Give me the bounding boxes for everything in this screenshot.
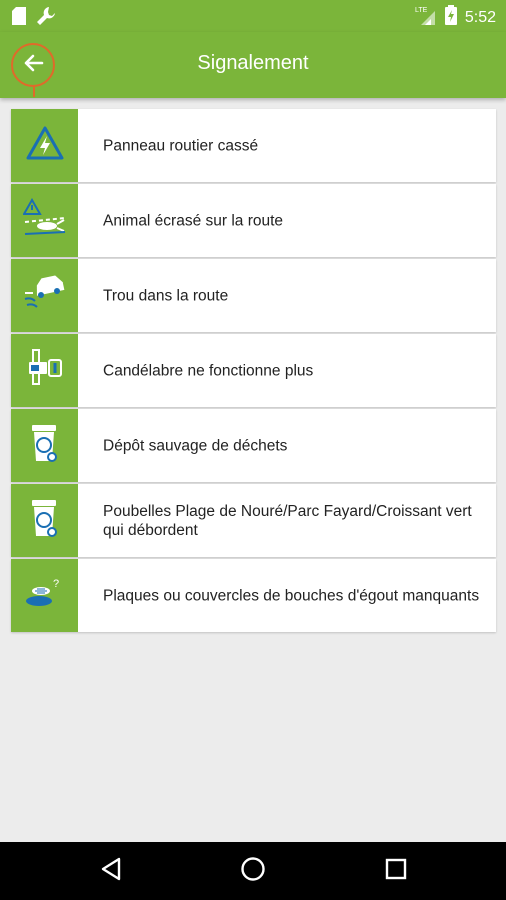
list-item-overflowing-bins[interactable]: Poubelles Plage de Nouré/Parc Fayard/Cro…	[11, 484, 496, 557]
trash-bin-icon	[28, 498, 62, 543]
item-label: Trou dans la route	[103, 287, 229, 304]
page-title: Signalement	[197, 52, 309, 74]
item-icon-container	[11, 409, 78, 482]
manhole-icon: ?	[23, 575, 67, 616]
list-item-road-animal[interactable]: Animal écrasé sur la route	[11, 184, 496, 257]
status-left-icons	[12, 6, 56, 31]
road-sign-warning-icon	[25, 125, 65, 166]
list-item-road-sign[interactable]: Panneau routier cassé	[11, 109, 496, 182]
list-item-street-lamp[interactable]: Candélabre ne fonctionne plus	[11, 334, 496, 407]
street-lamp-icon	[25, 348, 65, 393]
wrench-icon	[36, 6, 56, 31]
sim-card-icon	[12, 7, 26, 30]
battery-icon	[444, 5, 457, 30]
status-bar: LTE 5:52	[0, 0, 506, 32]
list-item-manhole[interactable]: ? Plaques ou couvercles de bouches d'égo…	[11, 559, 496, 632]
svg-text:?: ?	[53, 578, 59, 590]
car-pothole-icon	[23, 275, 67, 316]
status-time: 5:52	[464, 8, 496, 26]
nav-back-button[interactable]	[96, 856, 126, 886]
status-right-icons: LTE 5:52	[415, 5, 496, 30]
item-icon-container	[11, 109, 78, 182]
item-label: Animal écrasé sur la route	[103, 212, 284, 229]
item-icon-container	[11, 259, 78, 332]
home-circle-icon	[240, 856, 266, 887]
nav-home-button[interactable]	[238, 856, 268, 886]
item-label: Poubelles Plage de Nouré/Parc Fayard/Cro…	[103, 502, 472, 539]
back-button-indicator	[33, 85, 35, 97]
app-bar: Signalement	[0, 32, 506, 98]
network-type-label: LTE	[415, 7, 428, 14]
item-icon-container	[11, 184, 78, 257]
item-label: Plaques ou couvercles de bouches d'égout…	[103, 587, 480, 604]
trash-bin-icon	[28, 423, 62, 468]
item-icon-container: ?	[11, 559, 78, 632]
item-label: Panneau routier cassé	[103, 137, 259, 154]
item-icon-container	[11, 484, 78, 557]
recents-square-icon	[385, 858, 407, 885]
list-item-illegal-dumping[interactable]: Dépôt sauvage de déchets	[11, 409, 496, 482]
item-label: Candélabre ne fonctionne plus	[103, 362, 314, 379]
nav-recents-button[interactable]	[381, 856, 411, 886]
back-triangle-icon	[100, 857, 122, 886]
road-animal-icon	[21, 197, 67, 243]
list-item-pothole[interactable]: Trou dans la route	[11, 259, 496, 332]
item-icon-container	[11, 334, 78, 407]
signal-icon: LTE	[415, 5, 437, 30]
item-label: Dépôt sauvage de déchets	[103, 437, 288, 454]
system-nav-bar	[0, 842, 506, 900]
